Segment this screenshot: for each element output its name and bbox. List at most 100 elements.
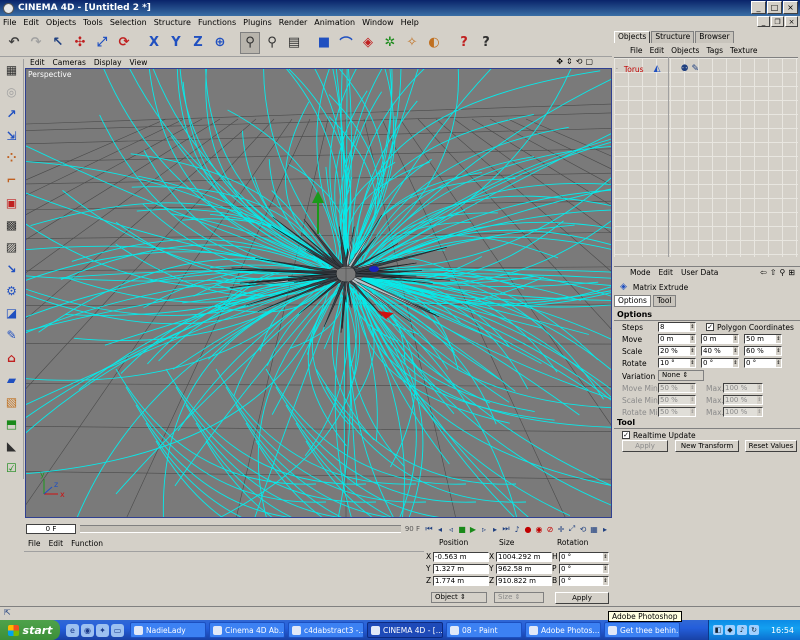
move-min-field[interactable]: 50 % ⇕	[658, 383, 696, 393]
polygon-coordinates-checkbox[interactable]: ✓	[706, 323, 714, 331]
solo-icon[interactable]: ◣	[2, 436, 22, 457]
animation-icon[interactable]: ⚙	[2, 281, 22, 302]
use-polygon-tool-icon[interactable]: ▣	[2, 192, 22, 213]
material-menu-edit[interactable]: Edit	[49, 539, 64, 548]
menu-tools[interactable]: Tools	[83, 18, 103, 27]
rotation-b-field[interactable]: 0 ° ⇕	[559, 576, 609, 586]
spline-icon[interactable]: ⌒	[336, 32, 356, 54]
point-level-icon[interactable]: ▸	[600, 524, 610, 534]
snap-icon[interactable]: ☑	[2, 458, 22, 479]
position-z-field[interactable]: 1.774 m	[433, 576, 489, 586]
menu-help[interactable]: Help	[401, 18, 419, 27]
menu-functions[interactable]: Functions	[198, 18, 236, 27]
browser-icon[interactable]: e	[66, 623, 79, 637]
realtime-update-checkbox[interactable]: ✓	[622, 431, 630, 439]
media-player-icon[interactable]: ◉	[81, 623, 94, 637]
show-desktop-icon[interactable]: ▭	[111, 623, 124, 637]
use-edge-tool-icon[interactable]: ⌐	[2, 170, 22, 191]
scale-max-field[interactable]: 100 % ⇕	[723, 395, 763, 405]
coordinate-mode-dropdown[interactable]: Object ⇕	[431, 592, 487, 603]
size-mode-dropdown[interactable]: Size ⇕	[494, 592, 544, 603]
scale-tool-icon[interactable]: ⤢	[92, 32, 112, 54]
position-key-icon[interactable]: ✛	[556, 524, 566, 534]
object-menu-texture[interactable]: Texture	[730, 46, 757, 55]
use-texture-tool-icon[interactable]: ↗	[2, 103, 22, 124]
viewport-navigation-icons[interactable]: ✥⇕⟲▢	[556, 57, 596, 66]
redo-icon[interactable]: ↷	[26, 32, 46, 54]
autokey-icon[interactable]: ◉	[534, 524, 544, 534]
tray-update-icon[interactable]: ↻	[749, 625, 759, 635]
menu-edit[interactable]: Edit	[23, 18, 39, 27]
object-tags-icon[interactable]: ⚉✎	[680, 64, 702, 74]
go-to-end-icon[interactable]: ⏭	[501, 524, 511, 534]
rotate-h-field[interactable]: 10 ° ⇕	[658, 358, 696, 368]
light-icon[interactable]: ◐	[424, 32, 444, 54]
scale-min-field[interactable]: 50 % ⇕	[658, 395, 696, 405]
doc-minimize-button[interactable]: _	[757, 16, 770, 27]
object-menu-objects[interactable]: Objects	[671, 46, 699, 55]
tray-network-icon[interactable]: ◧	[713, 625, 723, 635]
perspective-viewport[interactable]: Perspective y x z	[25, 68, 612, 518]
rotation-p-field[interactable]: 0 ° ⇕	[559, 564, 609, 574]
live-selection-icon[interactable]: ↖	[48, 32, 68, 54]
previous-frame-icon[interactable]: ◃	[446, 524, 456, 534]
help-pointer-icon[interactable]: ?	[454, 32, 474, 54]
menu-file[interactable]: File	[3, 18, 16, 27]
checker-icon[interactable]: ▩	[2, 214, 22, 235]
record-icon[interactable]: ●	[523, 524, 533, 534]
viewport-menu-cameras[interactable]: Cameras	[53, 58, 86, 67]
rotate-p-field[interactable]: 0 ° ⇕	[701, 358, 739, 368]
rotation-h-field[interactable]: 0 ° ⇕	[559, 552, 609, 562]
paint-icon[interactable]: ✎	[2, 325, 22, 346]
nurbs-icon[interactable]: ◈	[358, 32, 378, 54]
messenger-icon[interactable]: ✦	[96, 623, 109, 637]
keyframe-selection-icon[interactable]: ⊘	[545, 524, 555, 534]
attribute-navigation-icons[interactable]: ⇦⇧⚲⊞	[760, 268, 798, 277]
move-y-field[interactable]: 0 m ⇕	[701, 334, 739, 344]
task-nadielady[interactable]: NadieLady	[130, 622, 206, 638]
fracture-icon[interactable]: ⬒	[2, 414, 22, 435]
stop-icon[interactable]: ■	[457, 524, 467, 534]
scale-z-field[interactable]: 60 % ⇕	[744, 346, 782, 356]
rotation-key-icon[interactable]: ⟲	[578, 524, 588, 534]
use-object-tool-icon[interactable]: ◎	[2, 81, 22, 102]
task-paint[interactable]: 08 - Paint	[446, 622, 522, 638]
attribute-menu-edit[interactable]: Edit	[658, 268, 673, 277]
play-icon[interactable]: ▶	[468, 524, 478, 534]
position-y-field[interactable]: 1.327 m	[433, 564, 489, 574]
layer-icon[interactable]: ▧	[2, 391, 22, 412]
context-help-icon[interactable]: ?	[476, 32, 496, 54]
viewport-menu-edit[interactable]: Edit	[30, 58, 45, 67]
menu-objects[interactable]: Objects	[46, 18, 76, 27]
material-menu-file[interactable]: File	[28, 539, 41, 548]
y-axis-lock-icon[interactable]: Y	[166, 32, 186, 54]
weight-icon[interactable]: ⌂	[2, 347, 22, 368]
scale-y-field[interactable]: 40 % ⇕	[701, 346, 739, 356]
z-axis-lock-icon[interactable]: Z	[188, 32, 208, 54]
menu-animation[interactable]: Animation	[314, 18, 355, 27]
undo-icon[interactable]: ↶	[4, 32, 24, 54]
brush-icon[interactable]: ▰	[2, 369, 22, 390]
rotate-tool-icon[interactable]: ⟳	[114, 32, 134, 54]
scale-x-field[interactable]: 20 % ⇕	[658, 346, 696, 356]
reset-values-button[interactable]: Reset Values	[745, 440, 797, 452]
rotate-min-field[interactable]: 50 % ⇕	[658, 407, 696, 417]
steps-field[interactable]: 8 ⇕	[658, 322, 696, 332]
use-texture-axis-icon[interactable]: ⇲	[2, 125, 22, 146]
size-x-field[interactable]: 1004.292 m	[496, 552, 552, 562]
render-active-view-icon[interactable]: ⚲	[240, 31, 260, 54]
menu-render[interactable]: Render	[279, 18, 307, 27]
tab-structure[interactable]: Structure	[651, 31, 695, 43]
render-settings-icon[interactable]: ▤	[284, 32, 304, 54]
tray-security-icon[interactable]: ◆	[725, 625, 735, 635]
variation-dropdown[interactable]: None ⇕	[658, 370, 704, 381]
current-frame-field[interactable]: 0 F	[26, 524, 76, 534]
material-menu-function[interactable]: Function	[71, 539, 103, 548]
tab-tool[interactable]: Tool	[652, 295, 676, 307]
viewport-menu-display[interactable]: Display	[94, 58, 122, 67]
task-get-thee-behind[interactable]: Get thee behin...	[604, 622, 680, 638]
next-frame-icon[interactable]: ▹	[479, 524, 489, 534]
parameter-key-icon[interactable]: ▦	[589, 524, 599, 534]
tweak-mode-icon[interactable]: ↘	[2, 258, 22, 279]
x-axis-lock-icon[interactable]: X	[144, 32, 164, 54]
